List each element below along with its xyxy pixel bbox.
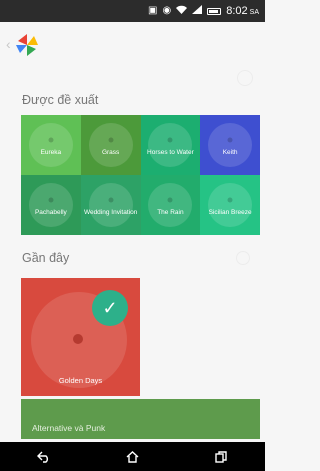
tile-disc (28, 123, 73, 167)
recents-icon[interactable] (201, 450, 241, 463)
tile-disc (148, 123, 193, 167)
tile-dot (108, 197, 114, 203)
suggested-tile-pachabelly[interactable]: Pachabelly (21, 175, 81, 235)
tile-disc (28, 183, 73, 227)
tile-disc (208, 183, 253, 227)
tile-disc (208, 123, 253, 167)
tile-label: Sicilian Breeze (208, 209, 252, 217)
back-icon[interactable] (24, 451, 64, 463)
tile-label: Eureka (40, 149, 62, 157)
app-bar: ‹ (0, 22, 265, 68)
tile-dot (227, 137, 233, 143)
suggested-tile-the-rain[interactable]: The Rain (140, 175, 201, 235)
back-chevron-icon[interactable]: ‹ (6, 36, 11, 52)
tile-dot (167, 197, 173, 203)
tile-dot (167, 137, 173, 143)
battery-icon (207, 7, 222, 15)
suggested-tile-wedding-invitation[interactable]: Wedding Invitation (80, 175, 141, 235)
tile-label: The Rain (157, 209, 184, 217)
tile-dot (48, 197, 54, 203)
suggested-tile-eureka[interactable]: Eureka (21, 115, 81, 175)
tile-disc (148, 183, 193, 227)
tile-disc (88, 183, 133, 227)
tile-label: Wedding Invitation (83, 209, 138, 217)
genre-label: Alternative và Punk (32, 423, 106, 433)
signal-icon (192, 5, 203, 17)
genre-card-alternative-punk[interactable]: Alternative và Punk (21, 399, 260, 439)
music-app-logo[interactable] (14, 32, 40, 58)
suggested-tile-horses-to-water[interactable]: Horses to Water (140, 115, 201, 175)
tile-dot (48, 137, 54, 143)
faded-search-row (18, 70, 253, 88)
home-icon[interactable] (112, 450, 152, 463)
status-bar: ▣ ◉ 8:02 SA (0, 0, 265, 22)
recent-card-golden-days[interactable]: ✓ Golden Days (21, 278, 140, 396)
faded-recent-row (30, 251, 250, 266)
tile-disc (88, 123, 133, 167)
suggested-grid: Eureka Grass Horses to Water Keith Pacha… (21, 115, 260, 235)
status-time: 8:02 (226, 5, 248, 17)
suggested-tile-sicilian-breeze[interactable]: Sicilian Breeze (200, 175, 260, 235)
wifi-icon (176, 5, 188, 17)
faded-circle-icon (236, 251, 250, 265)
status-ampm: SA (249, 9, 259, 16)
tile-label: Horses to Water (147, 149, 194, 157)
tile-dot (108, 137, 114, 143)
tile-label: Keith (222, 149, 238, 157)
checkmark-icon: ✓ (92, 290, 128, 326)
tile-dot (227, 197, 233, 203)
card-dot (73, 334, 83, 344)
recent-card-label: Golden Days (58, 376, 103, 385)
vibrate-icon: ◉ (162, 5, 172, 16)
system-nav-bar (0, 442, 265, 471)
suggested-section-title: Được đề xuất (22, 93, 99, 107)
suggested-tile-keith[interactable]: Keith (200, 115, 260, 175)
suggested-tile-grass[interactable]: Grass (80, 115, 141, 175)
tile-label: Pachabelly (34, 209, 67, 217)
faded-circle-icon (237, 70, 253, 86)
nfc-icon: ▣ (148, 5, 158, 16)
tile-label: Grass (101, 149, 120, 157)
